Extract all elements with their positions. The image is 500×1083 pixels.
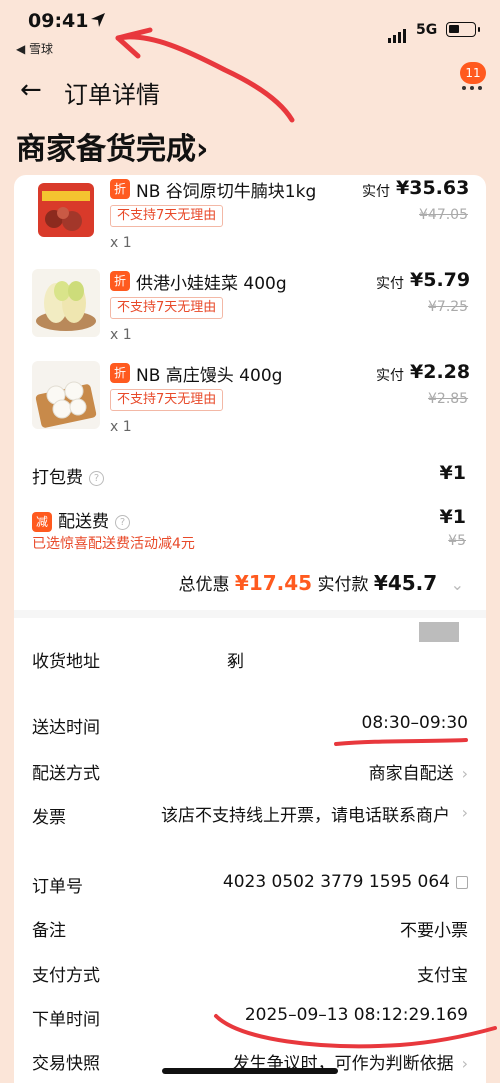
packing-fee-label: 打包费 — [32, 468, 83, 488]
discount-label: 总优惠 — [178, 575, 230, 595]
paid-label: 实付 — [376, 368, 404, 384]
order-total-summary[interactable]: 总优惠 ¥17.45 实付款 ¥45.7 ⌄ — [179, 570, 464, 595]
page-title: 订单详情 — [64, 81, 160, 109]
delivery-fee-original: ¥5 — [448, 533, 466, 549]
remark-label: 备注 — [32, 921, 66, 941]
section-divider — [14, 610, 486, 618]
delivery-fee-row: 减配送费? — [32, 507, 130, 532]
order-number-label: 订单号 — [32, 877, 83, 897]
invoice-row[interactable]: 发票 该店不支持线上开票，请电话联系商户 › — [32, 803, 468, 851]
back-arrow-icon[interactable]: ← — [20, 77, 42, 103]
redacted-block — [419, 622, 459, 642]
discount-tag: 折 — [110, 179, 130, 199]
product-image-cabbage — [32, 269, 100, 337]
chevron-down-icon: ⌄ — [450, 575, 464, 594]
product-image-buns — [32, 361, 100, 429]
notification-badge: 11 — [460, 62, 486, 84]
order-item[interactable]: 折 供港小娃娃菜 400g 不支持7天无理由 x 1 实付 ¥5.79 ¥7.2… — [14, 267, 486, 357]
status-time: 09:41 — [28, 10, 89, 32]
remark-value: 不要小票 — [400, 921, 468, 941]
packing-fee-value: ¥1 — [439, 462, 466, 484]
paid-label: 实付 — [376, 276, 404, 292]
delivery-fee-label: 配送费 — [58, 512, 109, 532]
back-to-app-link[interactable]: ◀ 雪球 — [16, 40, 53, 57]
help-icon[interactable]: ? — [115, 514, 130, 530]
original-price: ¥2.85 — [428, 391, 469, 407]
reduction-tag: 减 — [32, 512, 52, 532]
order-status-text: 商家备货完成 — [16, 132, 196, 167]
paid-total-value: ¥45.7 — [373, 571, 438, 595]
order-card: 折 NB 谷饲原切牛腩块1kg 不支持7天无理由 x 1 实付 ¥35.63 ¥… — [14, 175, 486, 1083]
payment-method-label: 支付方式 — [32, 966, 100, 986]
delivery-method-label: 配送方式 — [32, 764, 100, 784]
signal-icon — [388, 24, 408, 43]
product-name: NB 谷饲原切牛腩块1kg — [136, 182, 317, 202]
payment-method-value: 支付宝 — [417, 966, 468, 986]
chevron-right-icon: › — [196, 132, 209, 167]
return-policy-tag: 不支持7天无理由 — [110, 297, 224, 319]
delivery-fee-value: ¥1 — [439, 506, 466, 528]
order-status-heading[interactable]: 商家备货完成› — [16, 124, 208, 168]
order-item[interactable]: 折 NB 高庄馒头 400g 不支持7天无理由 x 1 实付 ¥2.28 ¥2.… — [14, 359, 486, 449]
delivery-time-value: 08:30–09:30 — [361, 713, 468, 733]
network-type: 5G — [416, 22, 438, 38]
chevron-right-icon: › — [461, 803, 468, 822]
invoice-value: 该店不支持线上开票，请电话联系商户 — [161, 806, 450, 826]
product-qty: x 1 — [110, 327, 132, 343]
original-price: ¥47.05 — [419, 207, 468, 223]
discount-tag: 折 — [110, 271, 130, 291]
status-bar: 09:41 ◀ 雪球 5G — [0, 0, 500, 60]
product-name: 供港小娃娃菜 400g — [136, 274, 287, 294]
product-qty: x 1 — [110, 419, 132, 435]
address-value: 剢 — [227, 652, 244, 672]
delivery-promo-note: 已选惊喜配送费活动减4元 — [32, 536, 195, 552]
snapshot-label: 交易快照 — [32, 1054, 100, 1074]
location-arrow-icon — [91, 13, 105, 27]
discount-tag: 折 — [110, 363, 130, 383]
help-icon[interactable]: ? — [89, 470, 104, 486]
address-label: 收货地址 — [32, 652, 100, 672]
order-number-value: 4023 0502 3779 1595 064 — [222, 872, 450, 892]
nav-bar: ← 订单详情 — [0, 60, 500, 118]
order-item[interactable]: 折 NB 谷饲原切牛腩块1kg 不支持7天无理由 x 1 实付 ¥35.63 ¥… — [14, 175, 486, 265]
order-time-label: 下单时间 — [32, 1010, 100, 1030]
paid-price: ¥5.79 — [410, 269, 471, 291]
discount-value: ¥17.45 — [234, 571, 313, 595]
original-price: ¥7.25 — [428, 299, 469, 315]
return-policy-tag: 不支持7天无理由 — [110, 389, 224, 411]
chevron-right-icon: › — [461, 1054, 468, 1073]
home-indicator[interactable] — [162, 1068, 338, 1074]
order-time-value: 2025–09–13 08:12:29.169 — [244, 1005, 468, 1025]
battery-icon — [446, 22, 480, 37]
copy-icon[interactable] — [456, 875, 468, 889]
delivery-method-value: 商家自配送 — [368, 764, 454, 784]
packing-fee-row: 打包费? — [32, 463, 104, 488]
product-qty: x 1 — [110, 235, 132, 251]
product-image-beef — [32, 177, 100, 245]
paid-label: 实付 — [362, 184, 390, 200]
product-name: NB 高庄馒头 400g — [136, 366, 283, 386]
paid-price: ¥35.63 — [396, 177, 470, 199]
paid-total-label: 实付款 — [317, 575, 369, 595]
return-policy-tag: 不支持7天无理由 — [110, 205, 224, 227]
paid-price: ¥2.28 — [410, 361, 471, 383]
invoice-label: 发票 — [32, 808, 66, 828]
delivery-time-label: 送达时间 — [32, 718, 100, 738]
chevron-right-icon: › — [461, 764, 468, 783]
